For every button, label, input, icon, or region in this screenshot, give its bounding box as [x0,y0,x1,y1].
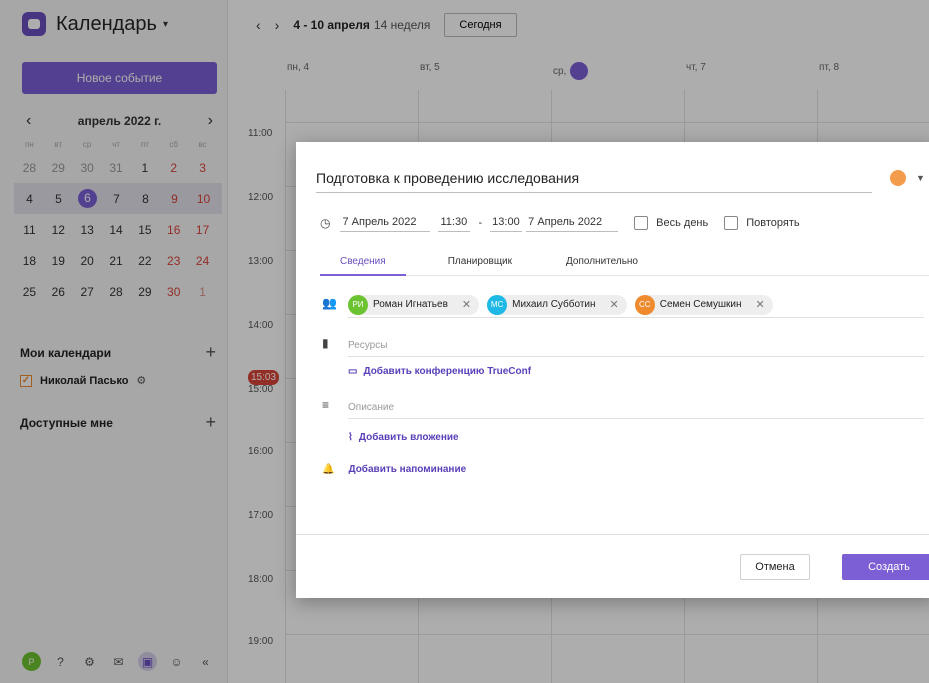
event-color-picker[interactable] [890,169,906,186]
remove-participant-icon[interactable]: ✕ [462,298,471,311]
video-icon: ▭ [348,366,358,377]
start-date-field[interactable]: 7 Апрель 2022 [340,214,431,232]
description-icon: ≡ [322,398,330,412]
start-time-field[interactable]: 11:30 [438,214,471,232]
participant-avatar: МС [487,294,508,315]
participant-name: Роман Игнатьев [373,299,448,310]
tab-scheduler[interactable]: Планировщик [428,250,532,276]
door-icon: ▮ [322,336,329,350]
add-attachment-link[interactable]: ⌇ Добавить вложение [348,432,459,443]
end-date-field[interactable]: 7 Апрель 2022 [526,214,619,232]
datetime-row: ◷ 7 Апрель 2022 11:30 - 13:00 7 Апрель 2… [320,214,800,232]
participant-chip: МС Михаил Субботин ✕ [487,294,627,315]
tab-additional[interactable]: Дополнительно [546,250,658,276]
title-row: Подготовка к проведению исследования ▼ [316,162,926,193]
resources-input[interactable]: Ресурсы [348,340,924,357]
bell-icon: 🔔 [322,464,335,475]
remove-participant-icon[interactable]: ✕ [756,298,765,311]
participant-name: Семен Семушкин [659,299,742,310]
event-title-input[interactable]: Подготовка к проведению исследования [316,162,872,193]
add-reminder-label: Добавить напоминание [348,464,467,475]
add-conference-link[interactable]: ▭ Добавить конференцию TrueConf [348,366,531,377]
add-reminder-link[interactable]: 🔔 Добавить напоминание [322,464,466,475]
repeat-checkbox[interactable] [724,216,739,230]
all-day-checkbox[interactable] [634,216,649,230]
new-event-dialog: Подготовка к проведению исследования ▼ ◷… [296,142,929,598]
tab-details[interactable]: Сведения [320,250,406,276]
add-attachment-label: Добавить вложение [358,432,459,443]
participant-chip: РИ Роман Игнатьев ✕ [348,294,480,315]
clock-icon: ◷ [320,216,331,230]
participant-avatar: РИ [348,294,368,315]
participant-name: Михаил Субботин [512,299,596,310]
end-time-field[interactable]: 13:00 [490,214,523,232]
participants-field[interactable]: РИ Роман Игнатьев ✕ МС Михаил Субботин ✕… [348,292,924,318]
participant-avatar: СС [634,294,655,315]
remove-participant-icon[interactable]: ✕ [610,298,619,311]
dialog-footer-divider [296,534,929,535]
paperclip-icon: ⌇ [348,432,353,443]
cancel-button[interactable]: Отмена [740,554,810,580]
create-button[interactable]: Создать [842,554,929,580]
description-input[interactable]: Описание [348,402,924,419]
repeat-label: Повторять [746,217,800,229]
chevron-down-icon[interactable]: ▼ [916,173,925,183]
participant-chip: СС Семен Семушкин ✕ [634,294,773,315]
add-conference-label: Добавить конференцию TrueConf [363,366,532,377]
time-separator: - [478,217,483,229]
participants-icon: 👥 [322,296,337,310]
dialog-tabs: Сведения Планировщик Дополнительно [320,250,929,276]
all-day-label: Весь день [656,217,709,229]
